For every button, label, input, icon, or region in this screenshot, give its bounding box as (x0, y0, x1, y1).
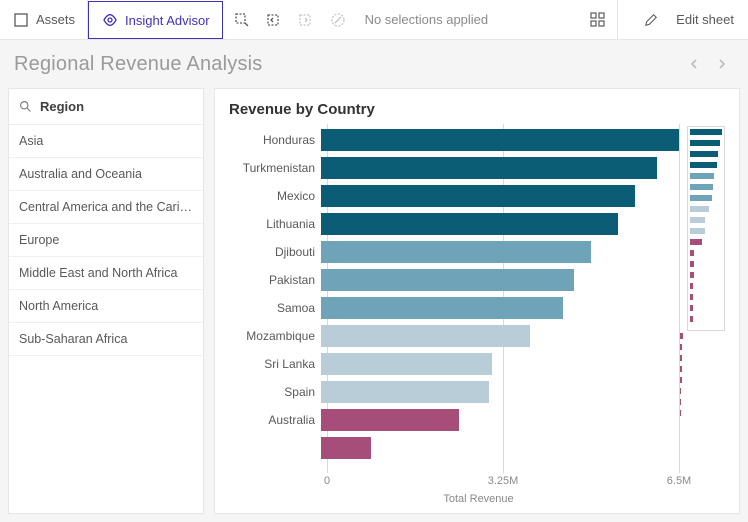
minimap-bar (690, 294, 693, 300)
bar-label: Djibouti (229, 245, 321, 259)
assets-icon (12, 11, 30, 29)
bar[interactable] (321, 353, 492, 375)
bar-label: Mozambique (229, 329, 321, 343)
minimap-bar (690, 217, 705, 223)
filter-item[interactable]: Europe (9, 224, 203, 257)
page-title: Regional Revenue Analysis (14, 53, 263, 76)
bar-label: Honduras (229, 133, 321, 147)
insight-icon (101, 11, 119, 29)
minimap-bar (690, 206, 709, 212)
search-icon (19, 100, 32, 113)
minimap-bar (690, 250, 694, 256)
minimap-bar (690, 173, 714, 179)
minimap-bar (690, 195, 712, 201)
filter-item[interactable]: Middle East and North Africa (9, 257, 203, 290)
bar-label: Samoa (229, 301, 321, 315)
filter-pane: Region AsiaAustralia and OceaniaCentral … (8, 88, 204, 514)
bar[interactable] (321, 409, 459, 431)
minimap-bar (679, 388, 681, 394)
filter-item[interactable]: North America (9, 290, 203, 323)
bar-label: Australia (229, 413, 321, 427)
axis-tick: 3.25M (488, 475, 519, 487)
step-forward-icon (297, 11, 315, 29)
bar-chart[interactable]: Honduras Turkmenistan Mexico Lithuania Djibo… (229, 126, 679, 462)
insight-label: Insight Advisor (125, 13, 210, 28)
filter-item[interactable]: Australia and Oceania (9, 158, 203, 191)
bar[interactable] (321, 297, 563, 319)
minimap-bar (690, 184, 713, 190)
bar-label: Pakistan (229, 273, 321, 287)
minimap-bar (679, 366, 682, 372)
minimap-bar (690, 316, 693, 322)
minimap-bar (679, 344, 682, 350)
minimap-bar (690, 228, 705, 234)
minimap-bar (679, 377, 682, 383)
minimap-bar (690, 272, 694, 278)
assets-button[interactable]: Assets (0, 0, 88, 40)
filter-item[interactable]: Sub-Saharan Africa (9, 323, 203, 356)
prev-sheet-icon[interactable] (688, 58, 700, 70)
filter-item[interactable]: Asia (9, 125, 203, 158)
edit-sheet-label: Edit sheet (676, 12, 734, 27)
minimap-bar (679, 399, 681, 405)
bar[interactable] (321, 185, 635, 207)
bar[interactable] (321, 269, 574, 291)
filter-header[interactable]: Region (9, 89, 203, 125)
bar[interactable] (321, 129, 679, 151)
bar[interactable] (321, 437, 371, 459)
bar-label: Spain (229, 385, 321, 399)
chart-minimap[interactable] (687, 126, 725, 331)
x-axis: 03.25M6.5M (327, 475, 679, 489)
assets-label: Assets (36, 12, 75, 27)
minimap-bar (690, 140, 720, 146)
filter-list: AsiaAustralia and OceaniaCentral America… (9, 125, 203, 356)
minimap-bar (690, 283, 693, 289)
edit-sheet-button[interactable]: Edit sheet (617, 0, 748, 40)
clear-selections-icon (329, 11, 347, 29)
bar[interactable] (321, 213, 618, 235)
minimap-bar (690, 151, 718, 157)
axis-tick: 0 (324, 475, 330, 487)
smart-search-icon[interactable] (233, 11, 251, 29)
minimap-bar (679, 355, 682, 361)
minimap-bar (690, 261, 694, 267)
insight-advisor-button[interactable]: Insight Advisor (88, 1, 223, 39)
filter-title: Region (40, 99, 84, 114)
next-sheet-icon[interactable] (716, 58, 728, 70)
x-axis-label: Total Revenue (278, 493, 679, 505)
filter-item[interactable]: Central America and the Carib… (9, 191, 203, 224)
toolbar: Assets Insight Advisor No selections app… (0, 0, 748, 40)
minimap-bar (690, 305, 693, 311)
pencil-icon (642, 11, 660, 29)
title-bar: Regional Revenue Analysis (0, 40, 748, 88)
bar-label: Sri Lanka (229, 357, 321, 371)
bar[interactable] (321, 157, 657, 179)
chart-title: Revenue by Country (229, 101, 725, 118)
bar-label: Lithuania (229, 217, 321, 231)
chart-card: Revenue by Country Honduras Turkmenistan M… (214, 88, 740, 514)
bar[interactable] (321, 381, 489, 403)
no-selections-text: No selections applied (361, 12, 489, 27)
minimap-bar (690, 129, 722, 135)
selection-tools: No selections applied (223, 11, 499, 29)
bookmarks-icon[interactable] (589, 11, 607, 29)
bar-label: Turkmenistan (229, 161, 321, 175)
minimap-bar (679, 410, 681, 416)
minimap-bar (679, 333, 683, 339)
step-back-icon[interactable] (265, 11, 283, 29)
bar[interactable] (321, 325, 530, 347)
minimap-bar (690, 162, 717, 168)
bar-label: Mexico (229, 189, 321, 203)
minimap-bar (690, 239, 702, 245)
axis-tick: 6.5M (667, 475, 691, 487)
bar[interactable] (321, 241, 591, 263)
